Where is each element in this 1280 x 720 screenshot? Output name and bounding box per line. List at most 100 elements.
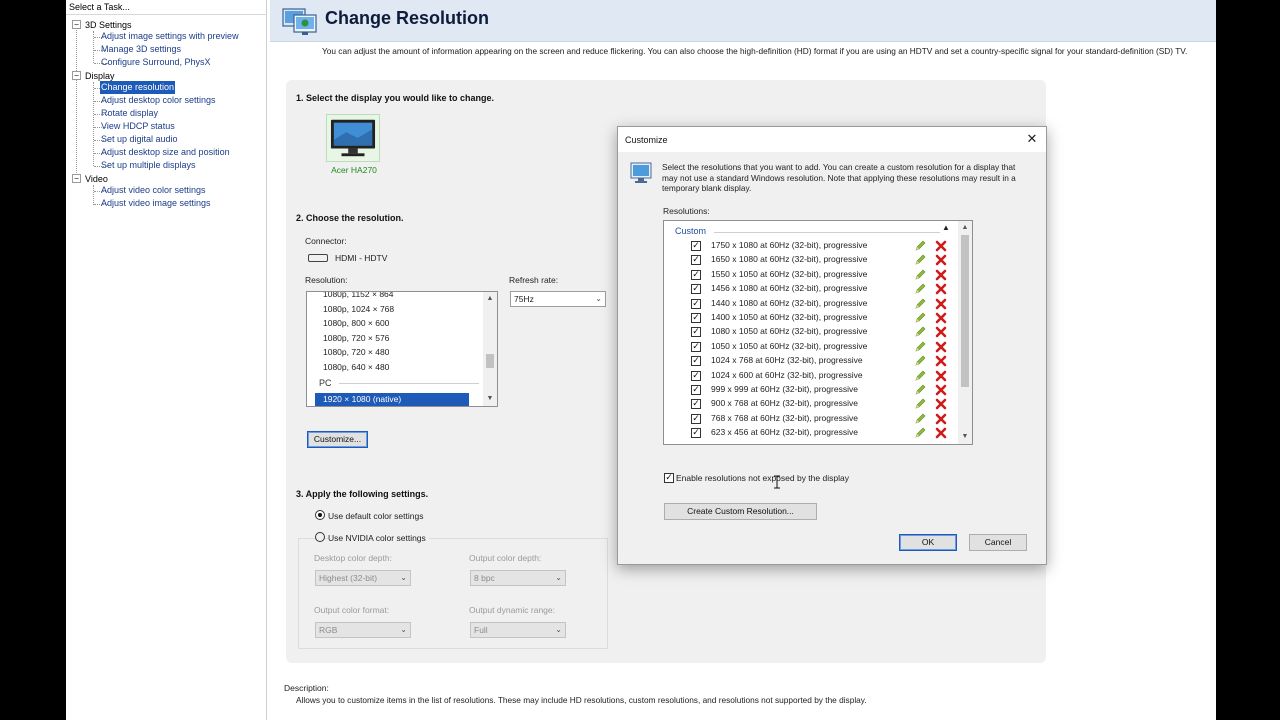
- edit-pencil-icon[interactable]: [914, 312, 926, 324]
- edit-pencil-icon[interactable]: [914, 413, 926, 425]
- resolution-row[interactable]: ✓ 768 x 768 at 60Hz (32-bit), progressive: [664, 412, 958, 426]
- delete-icon[interactable]: [935, 283, 947, 295]
- cancel-button[interactable]: Cancel: [969, 534, 1027, 551]
- customize-button[interactable]: Customize...: [307, 431, 368, 448]
- edit-pencil-icon[interactable]: [914, 298, 926, 310]
- edit-pencil-icon[interactable]: [914, 254, 926, 266]
- scroll-up-icon[interactable]: ▲: [958, 222, 972, 234]
- resolution-row[interactable]: ✓ 623 x 456 at 60Hz (32-bit), progressive: [664, 426, 958, 440]
- resolution-row[interactable]: ✓ 1024 x 768 at 60Hz (32-bit), progressiv…: [664, 354, 958, 368]
- resolution-row[interactable]: ✓ 1550 x 1050 at 60Hz (32-bit), progressi…: [664, 268, 958, 282]
- task-video-color[interactable]: Adjust video color settings: [100, 184, 207, 197]
- delete-icon[interactable]: [935, 269, 947, 281]
- task-desktop-size-position[interactable]: Adjust desktop size and position: [100, 146, 231, 159]
- edit-pencil-icon[interactable]: [914, 240, 926, 252]
- resolution-checkbox[interactable]: ✓: [691, 428, 701, 439]
- task-change-resolution[interactable]: Change resolution: [100, 81, 176, 94]
- task-multiple-displays[interactable]: Set up multiple displays: [100, 159, 197, 172]
- resolution-row[interactable]: ✓ 1440 x 1080 at 60Hz (32-bit), progressi…: [664, 297, 958, 311]
- resolution-item[interactable]: 1080p, 800 × 600: [323, 316, 389, 330]
- resolution-checkbox[interactable]: ✓: [691, 269, 701, 280]
- resolution-item[interactable]: 1080p, 640 × 480: [323, 360, 389, 374]
- collapse-icon[interactable]: −: [72, 20, 81, 29]
- task-manage-3d-settings[interactable]: Manage 3D settings: [100, 43, 182, 56]
- collapse-group-icon[interactable]: ▲: [942, 223, 950, 232]
- custom-resolutions-list[interactable]: Custom ▲ ✓ 1750 x 1080 at 60Hz (32-bit), …: [663, 220, 973, 445]
- resolution-row[interactable]: ✓ 1400 x 1050 at 60Hz (32-bit), progressi…: [664, 311, 958, 325]
- create-custom-resolution-button[interactable]: Create Custom Resolution...: [664, 503, 817, 520]
- ok-button[interactable]: OK: [899, 534, 957, 551]
- edit-pencil-icon[interactable]: [914, 283, 926, 295]
- edit-pencil-icon[interactable]: [914, 370, 926, 382]
- resolution-row[interactable]: ✓ 1750 x 1080 at 60Hz (32-bit), progressi…: [664, 239, 958, 253]
- delete-icon[interactable]: [935, 370, 947, 382]
- delete-icon[interactable]: [935, 298, 947, 310]
- close-icon[interactable]: ✕: [1024, 131, 1040, 147]
- resolution-checkbox[interactable]: ✓: [691, 356, 701, 367]
- delete-icon[interactable]: [935, 254, 947, 266]
- resolution-item-selected[interactable]: 1920 × 1080 (native): [315, 393, 469, 406]
- resolution-row[interactable]: ✓ 1050 x 1050 at 60Hz (32-bit), progressi…: [664, 340, 958, 354]
- delete-icon[interactable]: [935, 312, 947, 324]
- resolution-item[interactable]: 1080p, 720 × 480: [323, 345, 389, 359]
- resolution-checkbox[interactable]: ✓: [691, 327, 701, 338]
- resolution-item[interactable]: 1080p, 1152 × 864: [323, 292, 394, 301]
- resolution-checkbox[interactable]: ✓: [691, 255, 701, 266]
- resolution-checkbox[interactable]: ✓: [691, 370, 701, 381]
- task-adjust-desktop-color[interactable]: Adjust desktop color settings: [100, 94, 217, 107]
- edit-pencil-icon[interactable]: [914, 326, 926, 338]
- resolution-checkbox[interactable]: ✓: [691, 413, 701, 424]
- resolution-item[interactable]: 1080p, 1024 × 768: [323, 302, 394, 316]
- nvidia-color-radio[interactable]: [315, 532, 325, 542]
- task-digital-audio[interactable]: Set up digital audio: [100, 133, 179, 146]
- resolution-item[interactable]: 1080p, 720 × 576: [323, 331, 389, 345]
- task-view-hdcp-status[interactable]: View HDCP status: [100, 120, 176, 133]
- resolution-checkbox[interactable]: ✓: [691, 313, 701, 323]
- enable-resolutions-label[interactable]: Enable resolutions not exposed by the di…: [676, 473, 849, 483]
- edit-pencil-icon[interactable]: [914, 341, 926, 353]
- delete-icon[interactable]: [935, 413, 947, 425]
- enable-resolutions-checkbox[interactable]: ✓: [664, 473, 674, 483]
- delete-icon[interactable]: [935, 341, 947, 353]
- delete-icon[interactable]: [935, 355, 947, 367]
- scroll-thumb[interactable]: [961, 235, 969, 387]
- dialog-titlebar[interactable]: Customize ✕: [618, 127, 1046, 152]
- monitor-icon[interactable]: [326, 114, 380, 162]
- collapse-icon[interactable]: −: [72, 71, 81, 80]
- edit-pencil-icon[interactable]: [914, 427, 926, 439]
- task-configure-surround[interactable]: Configure Surround, PhysX: [100, 56, 212, 69]
- scroll-thumb[interactable]: [486, 354, 494, 368]
- resolution-checkbox[interactable]: ✓: [691, 284, 701, 295]
- delete-icon[interactable]: [935, 384, 947, 396]
- display-name-label[interactable]: Acer HA270: [324, 165, 384, 175]
- resolution-row[interactable]: ✓ 900 x 768 at 60Hz (32-bit), progressive: [664, 397, 958, 411]
- edit-pencil-icon[interactable]: [914, 384, 926, 396]
- task-video-image[interactable]: Adjust video image settings: [100, 197, 212, 210]
- task-adjust-image-settings[interactable]: Adjust image settings with preview: [100, 30, 240, 43]
- resolution-row[interactable]: ✓ 1456 x 1080 at 60Hz (32-bit), progressi…: [664, 282, 958, 296]
- scroll-up-icon[interactable]: ▲: [483, 293, 497, 305]
- resolution-row[interactable]: ✓ 1024 x 600 at 60Hz (32-bit), progressiv…: [664, 369, 958, 383]
- resolution-row[interactable]: ✓ 1650 x 1080 at 60Hz (32-bit), progressi…: [664, 253, 958, 267]
- resolution-checkbox[interactable]: ✓: [691, 385, 701, 395]
- scroll-down-icon[interactable]: ▼: [958, 431, 972, 443]
- resolution-row[interactable]: ✓ 999 x 999 at 60Hz (32-bit), progressive: [664, 383, 958, 397]
- resolution-checkbox[interactable]: ✓: [691, 241, 701, 251]
- delete-icon[interactable]: [935, 427, 947, 439]
- delete-icon[interactable]: [935, 398, 947, 410]
- resolution-checkbox[interactable]: ✓: [691, 341, 701, 352]
- scroll-down-icon[interactable]: ▼: [483, 393, 497, 405]
- delete-icon[interactable]: [935, 326, 947, 338]
- edit-pencil-icon[interactable]: [914, 398, 926, 410]
- delete-icon[interactable]: [935, 240, 947, 252]
- resolutions-scrollbar[interactable]: ▲ ▼: [958, 221, 972, 444]
- resolution-checkbox[interactable]: ✓: [691, 298, 701, 309]
- task-rotate-display[interactable]: Rotate display: [100, 107, 159, 120]
- resolution-listbox[interactable]: 1080p, 1152 × 864 1080p, 1024 × 768 1080…: [306, 291, 498, 407]
- resolution-scrollbar[interactable]: ▲ ▼: [483, 292, 497, 406]
- resolution-row[interactable]: ✓ 1080 x 1050 at 60Hz (32-bit), progressi…: [664, 325, 958, 339]
- default-color-radio[interactable]: [315, 510, 325, 520]
- resolution-checkbox[interactable]: ✓: [691, 399, 701, 410]
- edit-pencil-icon[interactable]: [914, 269, 926, 281]
- collapse-icon[interactable]: −: [72, 174, 81, 183]
